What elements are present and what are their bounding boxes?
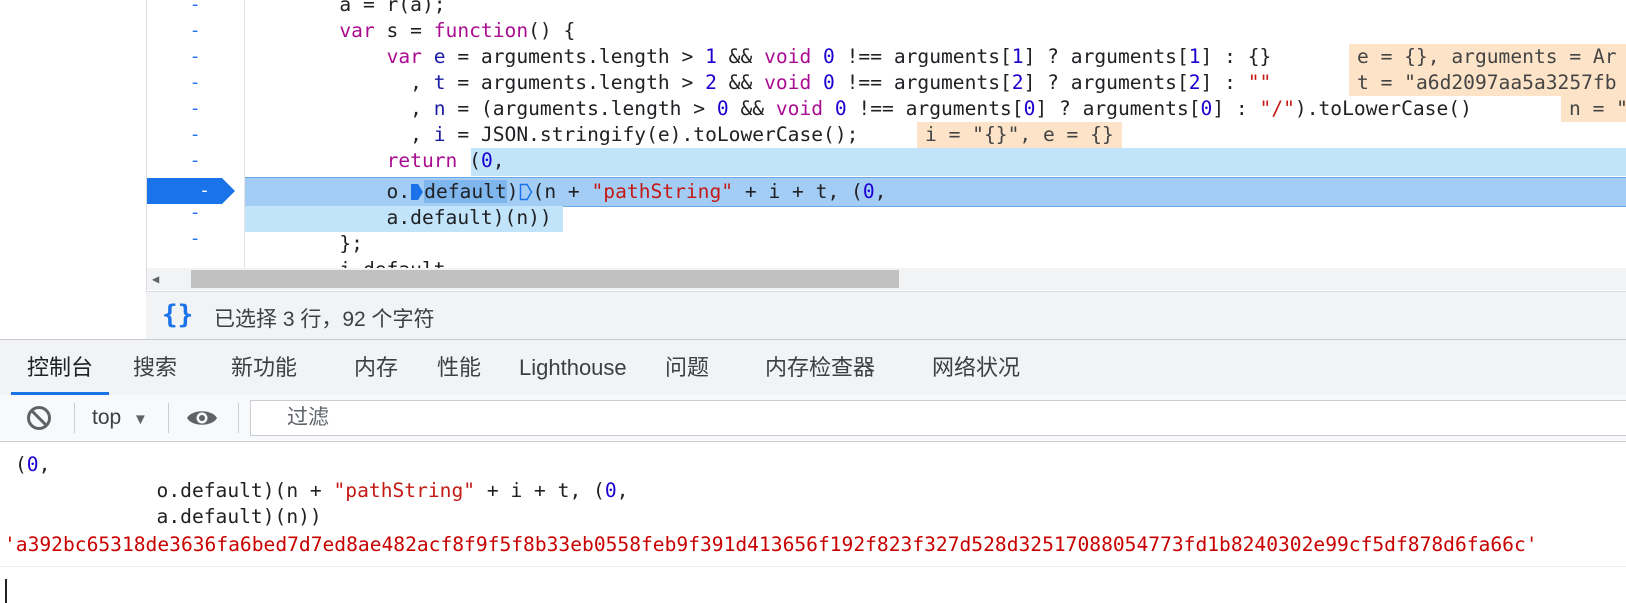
navigator-panel <box>0 0 147 338</box>
code-line: , i = JSON.stringify(e).toLowerCase(); <box>245 123 859 146</box>
tab-lighthouse[interactable]: Lighthouse <box>519 340 627 395</box>
code-line: a.default)(n)) <box>245 206 552 229</box>
step-marker-icon[interactable] <box>519 183 533 201</box>
tab-search[interactable]: 搜索 <box>133 340 177 395</box>
console-echo-line: a.default)(n)) <box>15 505 322 528</box>
code-line: var s = function() { <box>339 19 576 42</box>
code-line: var e = arguments.length > 1 && void 0 !… <box>386 45 1272 68</box>
console-result-string[interactable]: 'a392bc65318de3636fa6bed7d7ed8ae482acf8f… <box>4 532 1538 558</box>
drawer-tab-bar: 控制台 搜索 新功能 内存 性能 Lighthouse 问题 内存检查器 网络状… <box>0 339 1626 396</box>
breakpoint-marker[interactable]: - <box>146 178 235 204</box>
toolbar-divider <box>74 403 75 433</box>
code-area[interactable]: a = r(a); var s = function() { var e = a… <box>245 0 1626 268</box>
editor-status-bar: {} 已选择 3 行，92 个字符 <box>146 291 1626 339</box>
code-line-paused: o. default) (n + "pathString" + i + t, (0, <box>245 180 887 203</box>
inline-value-n: n = " <box>1561 96 1626 122</box>
code-line: a = r(a); <box>245 0 446 16</box>
console-echo-line: (0, <box>15 453 51 476</box>
console-echo-line: o.default)(n + "pathString" + i + t, (0, <box>15 479 629 502</box>
tab-console[interactable]: 控制台 <box>10 340 110 395</box>
toolbar-divider <box>238 403 239 433</box>
pretty-print-icon[interactable]: {} <box>162 300 193 330</box>
filter-input[interactable] <box>250 400 1626 436</box>
gutter-marker[interactable]: - <box>146 148 244 174</box>
line-gutter[interactable]: - - - - - - - - - <box>146 0 245 268</box>
tab-memory[interactable]: 内存 <box>354 340 398 395</box>
code-line: , n = (arguments.length > 0 && void 0 !=… <box>245 97 1472 120</box>
gutter-marker[interactable]: - <box>146 0 244 18</box>
step-marker-icon[interactable] <box>410 183 424 201</box>
gutter-marker[interactable]: - <box>146 96 244 122</box>
tab-issues[interactable]: 问题 <box>665 340 709 395</box>
gutter-marker[interactable]: - <box>146 70 244 96</box>
horizontal-scrollbar[interactable]: ◀ <box>146 268 1626 290</box>
inline-value-i: i = "{}", e = {} <box>917 122 1122 148</box>
code-line: , t = arguments.length > 2 && void 0 !==… <box>245 71 1272 94</box>
context-selector[interactable]: top ▼ <box>92 403 148 433</box>
clear-console-icon[interactable] <box>26 405 52 431</box>
selection-status: 已选择 3 行，92 个字符 <box>214 308 435 331</box>
console-divider <box>0 566 1626 567</box>
code-line: }; <box>245 232 363 255</box>
context-value: top <box>92 406 122 429</box>
console-toolbar: top ▼ <box>0 395 1626 442</box>
gutter-marker[interactable]: - <box>146 18 244 44</box>
tab-performance[interactable]: 性能 <box>437 340 481 395</box>
tab-network-conditions[interactable]: 网络状况 <box>932 340 1020 395</box>
inline-value-e: e = {}, arguments = Ar <box>1349 44 1626 70</box>
toolbar-divider <box>168 403 169 433</box>
console-prompt-caret[interactable] <box>5 579 7 603</box>
scrollbar-thumb[interactable] <box>191 270 899 288</box>
source-editor[interactable]: - - - - - - - - - - a = r(a); var s = fu… <box>0 0 1626 290</box>
selection-highlight <box>471 148 1626 176</box>
scroll-left-arrow-icon[interactable]: ◀ <box>152 268 159 290</box>
gutter-marker[interactable]: - <box>146 44 244 70</box>
tab-whats-new[interactable]: 新功能 <box>231 340 297 395</box>
inline-value-t: t = "a6d2097aa5a3257fb <box>1349 70 1626 96</box>
chevron-down-icon: ▼ <box>133 411 148 428</box>
gutter-marker[interactable]: - <box>146 122 244 148</box>
gutter-marker[interactable]: - <box>146 226 244 252</box>
tab-memory-inspector[interactable]: 内存检查器 <box>765 340 875 395</box>
console-output[interactable]: (0, o.default)(n + "pathString" + i + t,… <box>0 442 1626 603</box>
eye-icon[interactable] <box>186 407 218 429</box>
code-line: i.default <box>245 257 445 268</box>
code-line: return (0, <box>386 149 505 172</box>
